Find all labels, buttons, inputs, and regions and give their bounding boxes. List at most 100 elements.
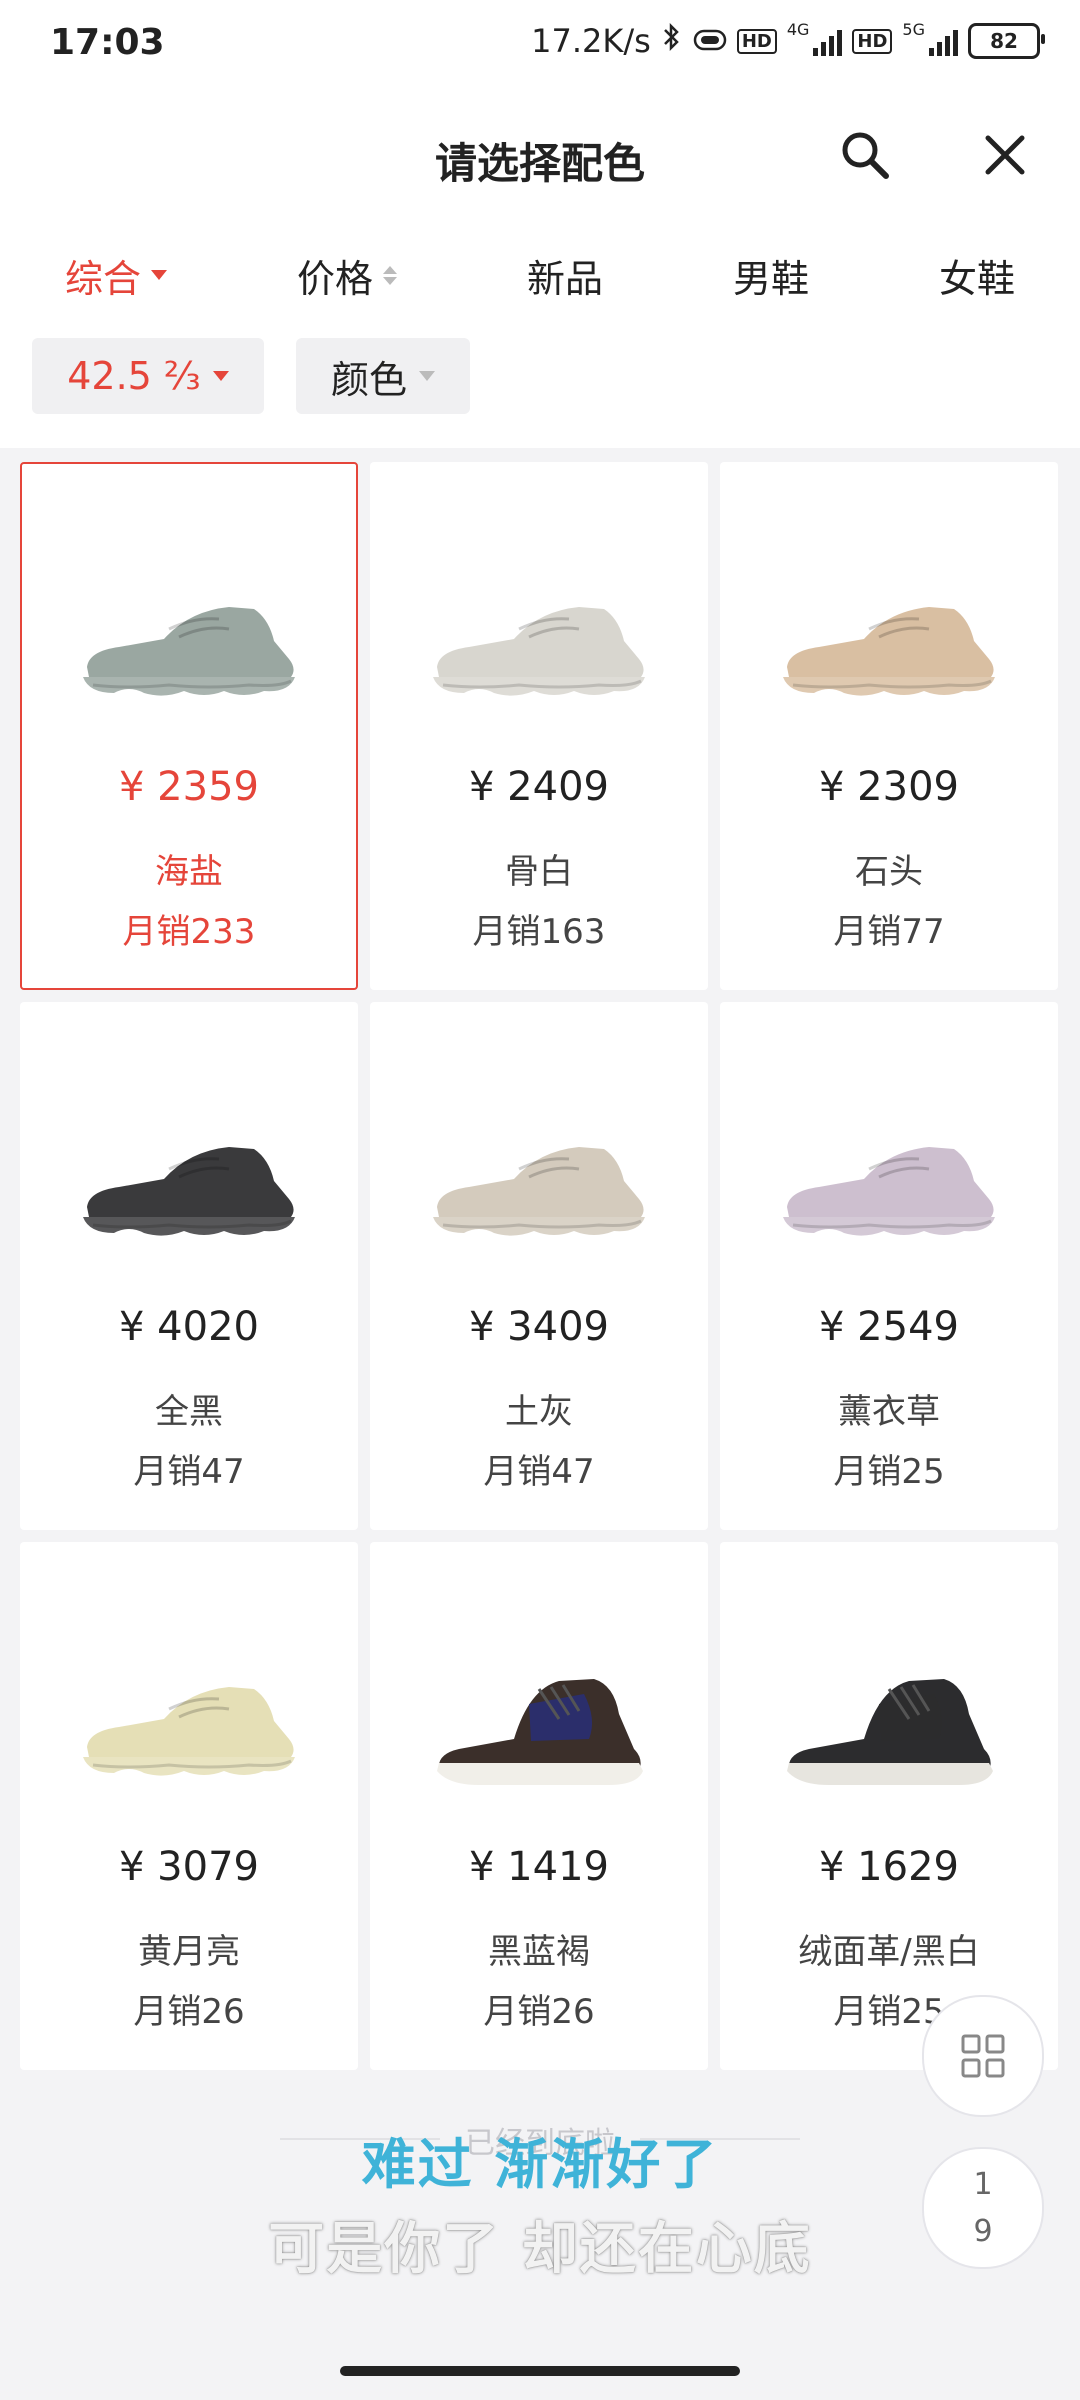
- shoe-image: [433, 1147, 645, 1236]
- caret-down-icon: [212, 371, 229, 381]
- page-total: 9: [973, 2214, 993, 2249]
- home-indicator[interactable]: [340, 2366, 740, 2376]
- bluetooth-icon: [661, 22, 683, 60]
- network-label-2: 5G: [902, 19, 925, 39]
- status-indicators: 17.2K/s HD 4G HD 5G 82: [531, 19, 1045, 60]
- signal-icon-1: [813, 26, 843, 56]
- product-image: [22, 1114, 356, 1264]
- product-name: 石头: [855, 852, 923, 892]
- product-sales: 月销77: [833, 912, 945, 952]
- product-sales: 月销163: [472, 912, 606, 952]
- size-filter-label: 42.5 ⅔: [67, 354, 201, 398]
- product-name: 黑蓝褐: [488, 1932, 590, 1972]
- color-filter[interactable]: 颜色: [296, 338, 470, 414]
- product-name: 全黑: [155, 1392, 223, 1432]
- caret-down-icon: [151, 270, 167, 280]
- product-price: ¥ 3409: [469, 1304, 609, 1350]
- product-sales: 月销47: [133, 1452, 245, 1492]
- product-price: ¥ 2359: [119, 764, 259, 810]
- page-header: 请选择配色: [0, 90, 1080, 220]
- close-icon: [985, 135, 1025, 175]
- shoe-image: [783, 607, 995, 696]
- product-name: 绒面革/黑白: [798, 1932, 980, 1972]
- shoe-image: [783, 1147, 995, 1236]
- product-name: 海盐: [155, 852, 223, 892]
- close-button[interactable]: [970, 120, 1040, 190]
- product-price: ¥ 3079: [119, 1844, 259, 1890]
- grid-view-button[interactable]: [922, 1995, 1044, 2117]
- shoe-image: [83, 1147, 295, 1236]
- product-name: 骨白: [505, 852, 573, 892]
- tab-label: 价格: [296, 256, 373, 301]
- product-image: [372, 574, 706, 724]
- filter-bar: 42.5 ⅔ 颜色: [0, 330, 1080, 448]
- page-title: 请选择配色: [434, 139, 645, 188]
- product-image: [722, 1654, 1056, 1804]
- product-sales: 月销26: [483, 1992, 595, 2032]
- product-card[interactable]: ¥ 2309 石头 月销77: [720, 462, 1058, 990]
- lyrics-line-2: 可是你了 却还在心底: [268, 2217, 812, 2282]
- product-image: [372, 1114, 706, 1264]
- product-sales: 月销25: [833, 1452, 945, 1492]
- product-sales: 月销47: [483, 1452, 595, 1492]
- signal-icon-2: [929, 26, 958, 56]
- status-time: 17:03: [50, 22, 165, 63]
- product-name: 薰衣草: [838, 1392, 940, 1432]
- product-card[interactable]: ¥ 2549 薰衣草 月销25: [720, 1002, 1058, 1530]
- size-filter[interactable]: 42.5 ⅔: [32, 338, 264, 414]
- tab-men[interactable]: 男鞋: [733, 248, 809, 303]
- tab-label: 综合: [64, 256, 141, 301]
- battery-icon: 82: [968, 23, 1045, 59]
- hd-badge-2: HD: [852, 28, 893, 54]
- product-card[interactable]: ¥ 1419 黑蓝褐 月销26: [370, 1542, 708, 2070]
- tab-label: 男鞋: [732, 256, 809, 301]
- product-price: ¥ 4020: [119, 1304, 259, 1350]
- product-image: [22, 1654, 356, 1804]
- sort-icon: [383, 265, 397, 285]
- product-image: [722, 574, 1056, 724]
- product-price: ¥ 2409: [469, 764, 609, 810]
- hd-badge-1: HD: [736, 28, 777, 54]
- product-price: ¥ 1629: [819, 1844, 959, 1890]
- page-current: 1: [973, 2167, 993, 2202]
- caret-down-icon: [419, 371, 435, 381]
- tab-comprehensive[interactable]: 综合: [65, 248, 167, 303]
- shoe-image: [433, 607, 645, 696]
- shoe-image: [83, 1687, 295, 1776]
- product-card[interactable]: ¥ 3409 土灰 月销47: [370, 1002, 708, 1530]
- grid-icon: [961, 2034, 1005, 2078]
- tab-new[interactable]: 新品: [527, 248, 603, 303]
- sort-tabs: 综合 价格 新品 男鞋 女鞋: [0, 220, 1080, 330]
- product-card[interactable]: ¥ 2359 海盐 月销233: [20, 462, 358, 990]
- product-price: ¥ 2549: [819, 1304, 959, 1350]
- alarm-icon: [693, 22, 727, 60]
- shoe-image: [787, 1679, 993, 1785]
- product-price: ¥ 1419: [469, 1844, 609, 1890]
- product-name: 土灰: [505, 1392, 573, 1432]
- network-speed: 17.2K/s: [531, 22, 651, 60]
- product-card[interactable]: ¥ 1629 绒面革/黑白 月销25: [720, 1542, 1058, 2070]
- product-image: [722, 1114, 1056, 1264]
- tab-label: 新品: [526, 256, 603, 301]
- search-icon: [842, 132, 889, 179]
- tab-label: 女鞋: [938, 256, 1015, 301]
- lyrics-line-1: 难过 渐渐好了: [361, 2133, 719, 2196]
- product-name: 黄月亮: [138, 1932, 240, 1972]
- tab-price[interactable]: 价格: [297, 248, 397, 303]
- page-indicator[interactable]: 1 9: [922, 2147, 1044, 2269]
- network-label-1: 4G: [786, 19, 810, 39]
- product-sales: 月销26: [133, 1992, 245, 2032]
- tab-women[interactable]: 女鞋: [939, 248, 1015, 303]
- shoe-image: [437, 1679, 643, 1785]
- product-image: [22, 574, 356, 724]
- product-card[interactable]: ¥ 2409 骨白 月销163: [370, 462, 708, 990]
- search-button[interactable]: [830, 120, 900, 190]
- status-bar: 17:03 17.2K/s HD 4G HD 5G 82: [0, 0, 1080, 90]
- product-sales: 月销233: [122, 912, 256, 952]
- shoe-image: [83, 607, 295, 696]
- product-card[interactable]: ¥ 3079 黄月亮 月销26: [20, 1542, 358, 2070]
- product-image: [372, 1654, 706, 1804]
- product-price: ¥ 2309: [819, 764, 959, 810]
- product-card[interactable]: ¥ 4020 全黑 月销47: [20, 1002, 358, 1530]
- product-grid: ¥ 2359 海盐 月销233 ¥ 2409 骨白 月销163 ¥ 2309 石…: [20, 462, 1060, 2070]
